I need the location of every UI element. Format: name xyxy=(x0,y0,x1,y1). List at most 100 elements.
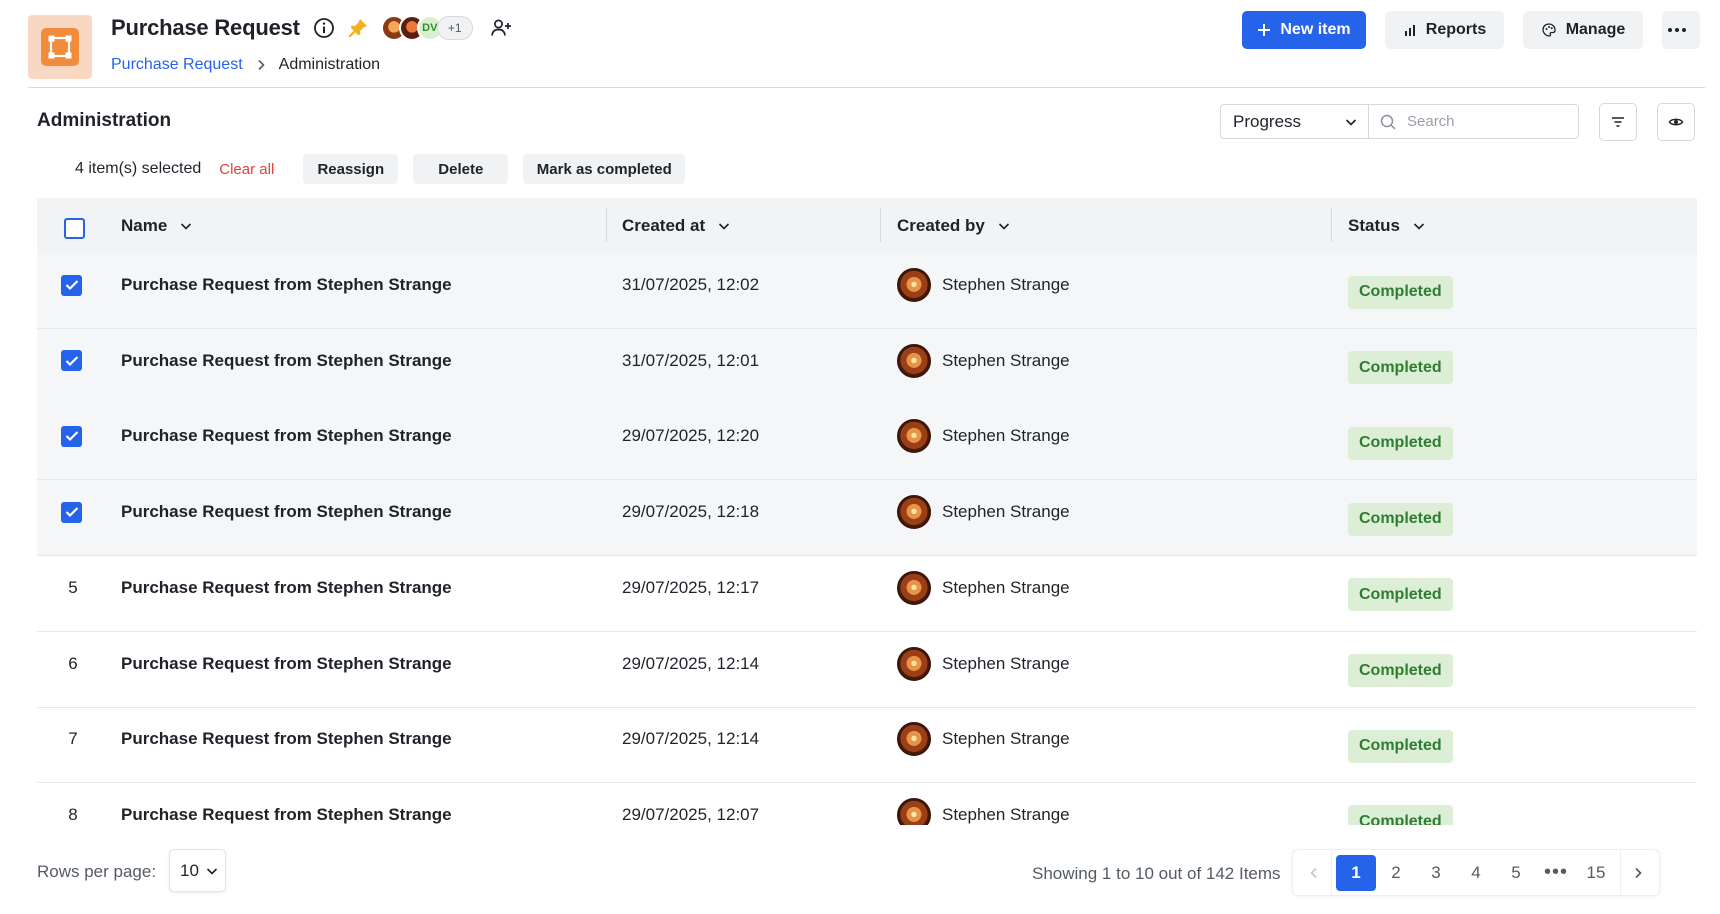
reports-button[interactable]: Reports xyxy=(1385,11,1504,49)
plus-icon xyxy=(1258,24,1271,36)
row-checkbox[interactable] xyxy=(61,425,82,447)
check-icon xyxy=(65,507,78,518)
item-name[interactable]: Purchase Request from Stephen Strange xyxy=(121,632,452,696)
pin-icon[interactable] xyxy=(347,17,369,39)
page-title: Purchase Request xyxy=(111,15,300,40)
column-header-label: Name xyxy=(121,215,168,235)
created-at: 29/07/2025, 12:14 xyxy=(622,729,760,749)
status-cell: Completed xyxy=(1348,714,1453,778)
created-by-name: Stephen Strange xyxy=(942,729,1070,749)
check-icon xyxy=(65,431,78,442)
chevron-left-icon xyxy=(1310,867,1317,878)
avatar xyxy=(897,797,931,825)
avatar xyxy=(897,495,931,530)
check-icon xyxy=(65,355,78,366)
clear-all-link[interactable]: Clear all xyxy=(219,161,274,178)
filter-icon xyxy=(1612,117,1624,127)
column-header-status[interactable]: Status xyxy=(1348,198,1426,253)
avatar xyxy=(897,343,931,378)
view-select[interactable]: Progress xyxy=(1220,104,1368,139)
reports-label: Reports xyxy=(1425,21,1487,38)
row-checkbox[interactable] xyxy=(61,274,82,296)
previous-page-button[interactable] xyxy=(1297,855,1331,891)
status-cell: Completed xyxy=(1348,336,1453,400)
created-by-cell: Stephen Strange xyxy=(897,783,1070,825)
breadcrumb-current: Administration xyxy=(278,56,381,73)
item-name[interactable]: Purchase Request from Stephen Strange xyxy=(121,783,452,825)
column-divider xyxy=(1331,208,1332,242)
row-checkbox[interactable] xyxy=(61,350,82,372)
filter-button[interactable] xyxy=(1599,103,1637,141)
column-header-created-by[interactable]: Created by xyxy=(897,198,1011,253)
search-input[interactable] xyxy=(1407,113,1567,130)
created-by-cell: Stephen Strange xyxy=(897,404,1070,468)
manage-button[interactable]: Manage xyxy=(1523,11,1643,49)
more-options-button[interactable] xyxy=(1662,11,1700,49)
created-by-name: Stephen Strange xyxy=(942,350,1070,370)
new-item-button[interactable]: New item xyxy=(1242,11,1366,49)
status-cell: Completed xyxy=(1348,639,1453,703)
more-members-badge[interactable]: +1 xyxy=(436,16,473,40)
column-header-label: Created by xyxy=(897,215,985,235)
row-checkbox[interactable] xyxy=(61,501,82,523)
column-header-name[interactable]: Name xyxy=(121,198,193,253)
created-at: 29/07/2025, 12:07 xyxy=(622,804,760,824)
created-by-name: Stephen Strange xyxy=(942,275,1070,294)
table-row[interactable]: Purchase Request from Stephen Strange 29/… xyxy=(37,480,1697,557)
created-by-cell: Stephen Strange xyxy=(897,480,1070,544)
item-name[interactable]: Purchase Request from Stephen Strange xyxy=(121,556,452,620)
table-row[interactable]: 5 Purchase Request from Stephen Strange 29… xyxy=(37,556,1697,632)
mark-completed-button[interactable]: Mark as completed xyxy=(523,154,686,184)
search-box xyxy=(1368,104,1579,139)
page-button[interactable]: 5 xyxy=(1496,855,1536,891)
status-badge: Completed xyxy=(1348,275,1453,309)
visibility-button[interactable] xyxy=(1657,103,1695,141)
created-at: 29/07/2025, 12:18 xyxy=(622,502,760,522)
member-avatars[interactable]: DV +1 xyxy=(380,14,473,42)
pagination-summary: Showing 1 to 10 out of 142 Items xyxy=(1032,864,1281,883)
page-button[interactable]: 2 xyxy=(1376,855,1416,891)
page-button[interactable]: 3 xyxy=(1416,855,1456,891)
row-checkbox-cell xyxy=(61,329,82,393)
page-button[interactable]: 1 xyxy=(1336,854,1376,891)
created-by-cell: Stephen Strange xyxy=(897,632,1070,696)
page-button[interactable]: 4 xyxy=(1456,855,1496,891)
add-member-icon[interactable] xyxy=(489,16,513,40)
bar-chart-icon xyxy=(1404,25,1415,36)
created-at: 31/07/2025, 12:01 xyxy=(622,350,760,370)
breadcrumb-link[interactable]: Purchase Request xyxy=(111,56,243,74)
row-number: 6 xyxy=(68,653,78,673)
workflow-icon xyxy=(41,28,79,66)
status-cell: Completed xyxy=(1348,260,1453,324)
column-header-created-at[interactable]: Created at xyxy=(622,198,731,253)
info-icon[interactable] xyxy=(313,17,335,39)
item-name[interactable]: Purchase Request from Stephen Strange xyxy=(121,329,452,393)
created-at: 29/07/2025, 12:17 xyxy=(622,577,760,597)
table-row[interactable]: Purchase Request from Stephen Strange 29/… xyxy=(37,404,1697,481)
status-badge: Completed xyxy=(1348,805,1453,825)
delete-button[interactable]: Delete xyxy=(413,154,509,184)
next-page-button[interactable] xyxy=(1621,855,1655,891)
select-all-checkbox[interactable] xyxy=(64,218,85,239)
table-row[interactable]: Purchase Request from Stephen Strange 31/… xyxy=(37,328,1697,405)
created-by-cell: Stephen Strange xyxy=(897,556,1070,620)
table-row[interactable]: 8 Purchase Request from Stephen Strange 29… xyxy=(37,783,1697,825)
selected-count: 4 item(s) selected xyxy=(75,160,202,177)
column-header-label: Status xyxy=(1348,215,1400,235)
item-name[interactable]: Purchase Request from Stephen Strange xyxy=(121,253,452,317)
item-name[interactable]: Purchase Request from Stephen Strange xyxy=(121,480,452,544)
rows-per-page-value: 10 xyxy=(180,860,199,880)
created-at: 29/07/2025, 12:14 xyxy=(622,653,760,673)
item-name[interactable]: Purchase Request from Stephen Strange xyxy=(121,707,452,771)
reassign-button[interactable]: Reassign xyxy=(303,154,399,184)
table-row[interactable]: 7 Purchase Request from Stephen Strange 29… xyxy=(37,707,1697,784)
rows-per-page-select[interactable]: 10 xyxy=(169,849,226,892)
page-button[interactable]: 15 xyxy=(1576,855,1616,891)
status-badge: Completed xyxy=(1348,578,1453,612)
status-badge: Completed xyxy=(1348,351,1453,385)
section-title: Administration xyxy=(37,110,172,131)
table-row[interactable]: Purchase Request from Stephen Strange 31/… xyxy=(37,253,1697,329)
table-row[interactable]: 6 Purchase Request from Stephen Strange 29… xyxy=(37,632,1697,708)
row-number: 7 xyxy=(68,729,78,749)
item-name[interactable]: Purchase Request from Stephen Strange xyxy=(121,404,452,468)
